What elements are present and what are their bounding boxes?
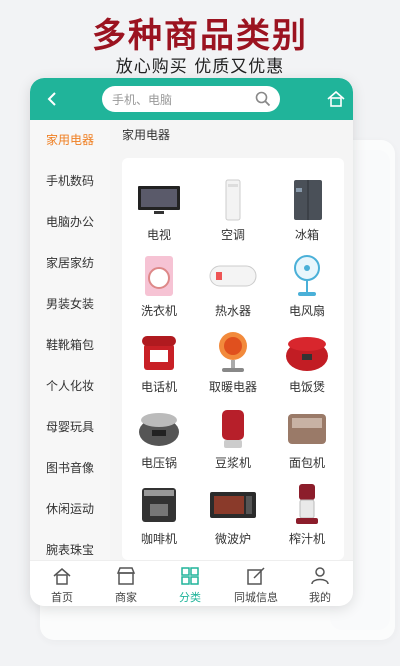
air-conditioner-icon (225, 179, 241, 221)
product-label: 榨汁机 (288, 532, 325, 546)
tab-user[interactable]: 我的 (288, 561, 352, 606)
product-label: 电视 (146, 228, 171, 242)
tab-label: 我的 (309, 591, 331, 604)
home-icon[interactable] (325, 88, 347, 110)
home-icon (53, 568, 71, 585)
product-item[interactable]: 电饭煲 (270, 318, 344, 394)
search-icon[interactable] (254, 90, 272, 108)
tab-shop[interactable]: 商家 (94, 561, 158, 606)
product-label: 电压锅 (140, 456, 177, 470)
product-item[interactable]: 电压锅 (122, 394, 196, 470)
rice-cooker-icon (286, 337, 328, 371)
tab-label: 商家 (115, 591, 137, 604)
product-label: 豆浆机 (214, 456, 251, 470)
product-item[interactable]: 面包机 (270, 394, 344, 470)
sidebar-item[interactable]: 手机数码 (30, 161, 110, 202)
product-item[interactable]: 微波炉 (196, 470, 270, 546)
product-item[interactable]: 电话机 (122, 318, 196, 394)
coffee-machine-icon (142, 488, 176, 522)
product-label: 冰箱 (294, 228, 319, 242)
tab-label: 分类 (179, 591, 201, 604)
promo-title: 多种商品类别 (92, 16, 308, 56)
product-item[interactable]: 豆浆机 (196, 394, 270, 470)
pressure-cooker-icon (139, 413, 179, 446)
telephone-icon (142, 336, 176, 370)
product-label: 面包机 (288, 456, 325, 470)
product-item[interactable]: 取暖电器 (196, 318, 270, 394)
sidebar-item[interactable]: 家居家纺 (30, 243, 110, 284)
juicer-icon (296, 484, 318, 524)
product-label: 咖啡机 (140, 532, 177, 546)
product-label: 微波炉 (214, 532, 251, 546)
user-icon (311, 567, 329, 585)
water-heater-icon (209, 265, 257, 287)
product-panel: 电视 空调 冰箱洗衣机 热水器 电风扇电话机 取暖电器 电饭煲电压锅 豆浆机 面包机咖啡机 微波炉… (122, 158, 344, 560)
product-label: 取暖电器 (208, 380, 257, 394)
category-sidebar: 家用电器 手机数码 电脑办公 家居家纺 男装女装 鞋靴箱包 个人化妆 母婴玩具 图书音像 休闲运动… (30, 120, 110, 560)
tab-home[interactable]: 首页 (30, 561, 94, 606)
sidebar-item[interactable]: 男装女装 (30, 284, 110, 325)
tab-edit[interactable]: 同城信息 (224, 561, 288, 606)
tab-label: 首页 (51, 591, 73, 604)
product-item[interactable]: 电风扇 (270, 242, 344, 318)
product-label: 洗衣机 (140, 304, 177, 318)
back-button[interactable] (42, 89, 62, 109)
tab-label: 同城信息 (234, 591, 278, 604)
shop-icon (116, 567, 136, 585)
product-label: 电风扇 (288, 304, 325, 318)
product-item[interactable]: 洗衣机 (122, 242, 196, 318)
soymilk-maker-icon (222, 410, 244, 448)
tab-category[interactable]: 分类 (158, 561, 222, 606)
sidebar-item[interactable]: 图书音像 (30, 448, 110, 489)
product-item[interactable]: 空调 (196, 166, 270, 242)
product-label: 电饭煲 (288, 380, 325, 394)
washing-machine-icon (145, 256, 173, 296)
fan-icon (294, 255, 320, 296)
top-bar: 手机、电脑 (30, 78, 353, 120)
edit-icon (247, 567, 265, 585)
search-placeholder: 手机、电脑 (112, 93, 173, 107)
sidebar-item[interactable]: 个人化妆 (30, 366, 110, 407)
product-label: 空调 (220, 228, 245, 242)
product-item[interactable]: 榨汁机 (270, 470, 344, 546)
microwave-icon (210, 492, 256, 518)
search-input[interactable]: 手机、电脑 (102, 86, 280, 112)
sidebar-item[interactable]: 家用电器 (30, 120, 110, 161)
product-label: 热水器 (214, 304, 251, 318)
sidebar-item[interactable]: 母婴玩具 (30, 407, 110, 448)
heater-icon (219, 332, 247, 372)
product-item[interactable]: 热水器 (196, 242, 270, 318)
tv-icon (138, 186, 180, 214)
category-icon (181, 567, 199, 585)
bread-maker-icon (288, 414, 326, 444)
sidebar-item[interactable]: 电脑办公 (30, 202, 110, 243)
product-item[interactable]: 冰箱 (270, 166, 344, 242)
sidebar-item[interactable]: 鞋靴箱包 (30, 325, 110, 366)
product-label: 电话机 (140, 380, 177, 394)
chevron-left-icon (47, 92, 56, 106)
fridge-icon (294, 180, 322, 220)
promo-subtitle: 放心购买 优质又优惠 (115, 57, 285, 77)
product-item[interactable]: 咖啡机 (122, 470, 196, 546)
category-title: 家用电器 (122, 128, 171, 142)
app-screen: 手机、电脑 家用电器 手机数码 电脑办公 家居家纺 男装女装 鞋靴箱包 个人化妆 母婴玩具 图书… (30, 78, 353, 606)
sidebar-item[interactable]: 休闲运动 (30, 489, 110, 530)
bottom-tab-bar: 首页 商家 分类 同城信息 我的 (30, 560, 353, 606)
product-item[interactable]: 电视 (122, 166, 196, 242)
